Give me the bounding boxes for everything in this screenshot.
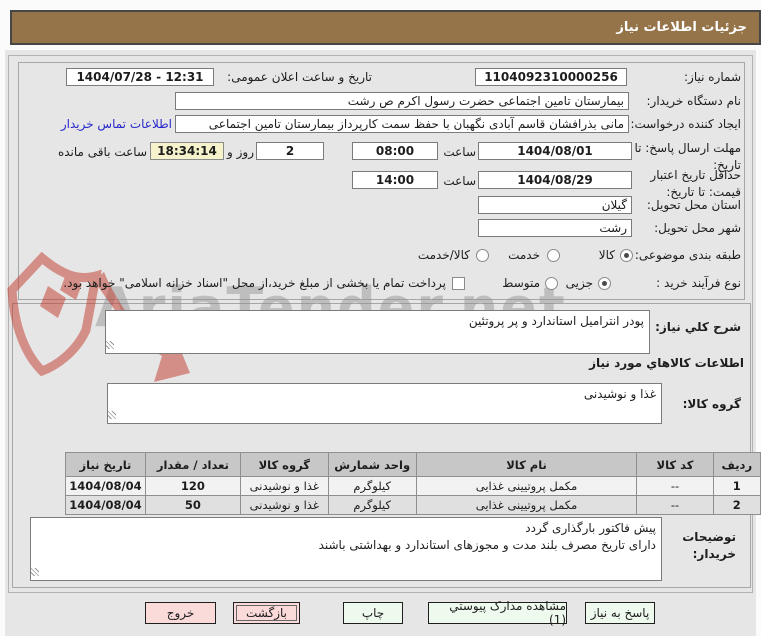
need-description-textarea[interactable]: پودر انترامیل استاندارد و پر پروتئین xyxy=(105,310,650,354)
reply-to-need-button[interactable]: پاسخ به نیاز xyxy=(585,602,655,624)
province-label: استان محل تحویل: xyxy=(646,198,741,212)
purchase-type-label: نوع فرآیند خرید : xyxy=(656,276,741,290)
treasury-payment-note: پرداخت تمام یا بخشی از مبلغ خرید،از محل … xyxy=(63,276,446,290)
col-quantity: تعداد / مقدار xyxy=(144,452,241,477)
remaining-time-countdown: 18:34:14 xyxy=(150,142,224,160)
reply-time-field[interactable]: 08:00 xyxy=(352,142,438,160)
back-button[interactable]: بازگشت xyxy=(233,602,300,624)
radio-goods-service[interactable] xyxy=(476,249,489,262)
resize-handle[interactable] xyxy=(106,341,114,349)
col-unit: واحد شمارش xyxy=(327,452,417,477)
subject-class-label: طبقه بندی موضوعی: xyxy=(634,248,741,262)
cell-group: غذا و نوشیدنی xyxy=(239,495,329,515)
col-group: گروه کالا xyxy=(239,452,329,477)
goods-group-textarea[interactable]: غذا و نوشیدنی xyxy=(107,383,662,424)
hours-remaining-label: ساعت باقی مانده xyxy=(57,145,147,159)
price-validity-date-field[interactable]: 1404/08/29 xyxy=(478,171,632,189)
table-row: 1 -- مکمل پروتیینی غذایی کیلوگرم غذا و ن… xyxy=(65,476,761,496)
buyer-notes-label: توضیحات خریدار: xyxy=(682,530,736,561)
buyer-org-field[interactable]: بیمارستان تامین اجتماعی حضرت رسول اکرم ص… xyxy=(175,92,629,110)
items-table: ردیف کد کالا نام کالا واحد شمارش گروه کا… xyxy=(65,452,761,515)
cell-group: غذا و نوشیدنی xyxy=(239,476,329,496)
cell-unit: کیلوگرم xyxy=(327,476,417,496)
radio-service[interactable] xyxy=(547,249,560,262)
validity-time-field[interactable]: 14:00 xyxy=(352,171,438,189)
days-and-label: روز و xyxy=(227,145,254,159)
remaining-days-field[interactable]: 2 xyxy=(256,142,324,160)
cell-row: 1 xyxy=(712,476,761,496)
need-number-field[interactable]: 1104092310000256 xyxy=(475,68,627,86)
province-field[interactable]: گیلان xyxy=(478,196,632,214)
need-description-label: شرح کلي نیاز: xyxy=(655,320,741,334)
tender-detail-page: جزئیات اطلاعات نیاز AriaTender.net شماره… xyxy=(0,0,761,636)
exit-button[interactable]: خروج xyxy=(145,602,216,624)
radio-medium[interactable] xyxy=(545,277,558,290)
request-creator-label: ایجاد کننده درخواست: xyxy=(630,117,741,131)
cell-name: مکمل پروتیینی غذایی xyxy=(415,476,638,496)
cell-qty: 120 xyxy=(144,476,241,496)
resize-handle[interactable] xyxy=(31,568,39,576)
reply-deadline-date-field[interactable]: 1404/08/01 xyxy=(478,142,632,160)
treasury-payment-checkbox[interactable] xyxy=(452,277,465,290)
need-number-label: شماره نیاز: xyxy=(684,70,741,84)
cell-code: -- xyxy=(636,495,714,515)
radio-goods[interactable] xyxy=(620,249,633,262)
price-validity-label: حداقل تاریخ اعتبار قیمت: تا تاریخ: xyxy=(650,168,741,199)
announce-datetime-label: تاریخ و ساعت اعلان عمومی: xyxy=(227,70,372,84)
view-attachments-button[interactable]: مشاهده مدارک پیوستي (1) xyxy=(428,599,567,627)
radio-goods-label: کالا xyxy=(598,248,615,262)
cell-need-date: 1404/08/04 xyxy=(65,495,146,515)
cell-qty: 50 xyxy=(144,495,241,515)
col-item-name: نام کالا xyxy=(415,452,638,477)
cell-row: 2 xyxy=(712,495,761,515)
table-header-row: ردیف کد کالا نام کالا واحد شمارش گروه کا… xyxy=(65,452,761,477)
page-title: جزئیات اطلاعات نیاز xyxy=(10,10,761,45)
radio-minor-label: جزیی xyxy=(565,276,593,290)
col-item-code: کد کالا xyxy=(636,452,714,477)
cell-name: مکمل پروتیینی غذایی xyxy=(415,495,638,515)
reply-hour-label: ساعت xyxy=(443,145,476,159)
radio-service-label: خدمت xyxy=(508,248,540,262)
col-row-number: ردیف xyxy=(712,452,761,477)
col-need-date: تاریخ نیاز xyxy=(65,452,146,477)
cell-need-date: 1404/08/04 xyxy=(65,476,146,496)
goods-group-label: گروه کالا: xyxy=(682,397,741,411)
buyer-contact-link[interactable]: اطلاعات تماس خریدار xyxy=(61,117,172,131)
city-field[interactable]: رشت xyxy=(478,219,632,237)
resize-handle[interactable] xyxy=(108,411,116,419)
radio-medium-label: متوسط xyxy=(502,276,540,290)
radio-goods-service-label: کالا/خدمت xyxy=(417,248,470,262)
cell-code: -- xyxy=(636,476,714,496)
request-creator-field[interactable]: مانی بذرافشان قاسم آبادی نگهبان با حفظ س… xyxy=(175,115,629,133)
buyer-org-label: نام دستگاه خریدار: xyxy=(646,94,742,108)
validity-hour-label: ساعت xyxy=(443,174,476,188)
radio-minor[interactable] xyxy=(598,277,611,290)
announce-datetime-field[interactable]: 1404/07/28 - 12:31 xyxy=(66,68,214,86)
buyer-notes-textarea[interactable]: پیش فاکتور بارگذاری گردد دارای تاریخ مصر… xyxy=(30,517,662,581)
cell-unit: کیلوگرم xyxy=(327,495,417,515)
table-row: 2 -- مکمل پروتیینی غذایی کیلوگرم غذا و ن… xyxy=(65,495,761,515)
city-label: شهر محل تحویل: xyxy=(654,221,741,235)
print-button[interactable]: چاپ xyxy=(343,602,403,624)
goods-info-heading: اطلاعات کالاهاي مورد نیاز xyxy=(589,356,744,370)
